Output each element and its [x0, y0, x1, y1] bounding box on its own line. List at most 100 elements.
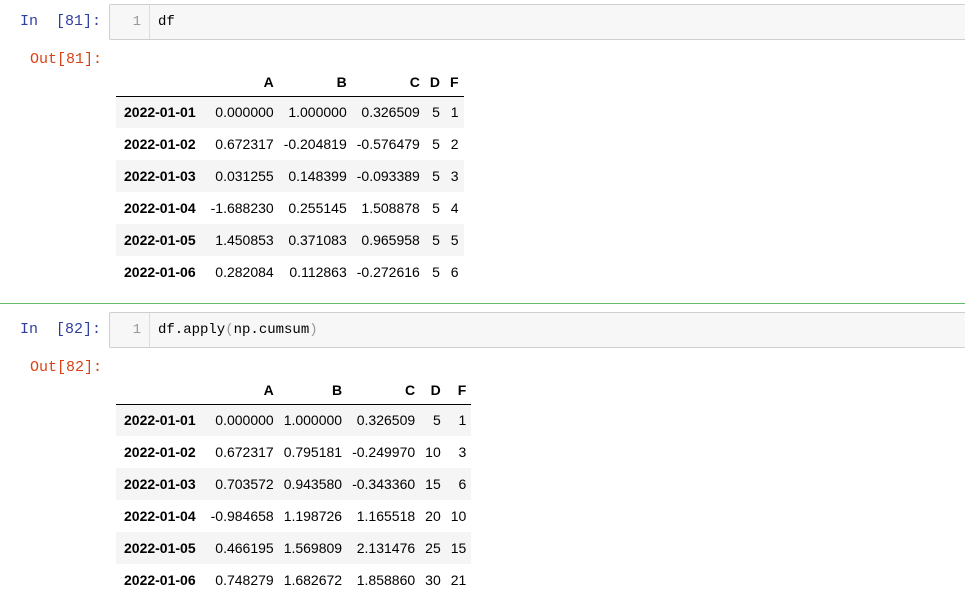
table-row: 2022-01-05 0.466195 1.569809 2.131476 25 15 — [116, 532, 472, 564]
table-cell: 5 — [432, 264, 440, 280]
table-cell: 5 — [432, 104, 440, 121]
table-cell: 20 — [425, 508, 441, 524]
table-cell: 0.748279 — [215, 572, 274, 588]
table-row: 2022-01-02 0.672317 -0.204819 -0.576479 5 2 — [116, 128, 464, 160]
table-cell: -0.272616 — [356, 264, 420, 280]
table-cell: 1.508878 — [361, 200, 420, 216]
table-cell: 6 — [450, 264, 459, 280]
table-cell: 15 — [450, 540, 467, 556]
header-row: A B C D F — [116, 68, 464, 97]
table-cell: 1.858860 — [356, 572, 416, 588]
table-row: 2022-01-01 0.000000 1.000000 0.326509 5 1 — [116, 404, 472, 436]
table-cell: 3 — [450, 168, 459, 184]
code-paren-close: ) — [309, 322, 318, 338]
table-cell: 0.943580 — [283, 476, 343, 492]
table-cell: 2 — [450, 136, 459, 152]
table-cell: 1.569809 — [283, 540, 343, 556]
line-gutter: 1 — [110, 5, 150, 39]
column-header: C — [347, 376, 421, 405]
table-cell: 0.112863 — [289, 264, 347, 280]
table-cell: 0.255145 — [288, 200, 347, 216]
table-cell: 6 — [458, 476, 467, 492]
row-index: 2022-01-04 — [124, 200, 196, 216]
table-cell: 0.148399 — [288, 168, 347, 184]
table-row: 2022-01-01 0.000000 1.000000 0.326509 5 1 — [116, 96, 464, 128]
column-header: A — [205, 376, 279, 405]
code-token: df — [158, 14, 175, 30]
row-index: 2022-01-06 — [124, 264, 196, 280]
table-cell: 1.682672 — [283, 572, 343, 588]
column-header: B — [278, 68, 352, 97]
line-number: 1 — [132, 322, 141, 338]
column-header: F — [445, 376, 472, 405]
code-line[interactable]: df.apply(np.cumsum) — [158, 322, 318, 338]
table-cell: 0.795181 — [283, 444, 343, 460]
row-index: 2022-01-05 — [124, 540, 196, 556]
index-header — [116, 376, 206, 405]
table-cell: -1.688230 — [210, 200, 274, 216]
table-cell: 15 — [425, 476, 441, 492]
column-header: B — [278, 376, 348, 405]
table-cell: 1.000000 — [288, 104, 347, 121]
table-cell: 0.326509 — [361, 104, 420, 121]
table-row: 2022-01-04 -1.688230 0.255145 1.508878 5 4 — [116, 192, 464, 224]
code-token: np.cumsum — [233, 322, 310, 338]
table-cell: 5 — [432, 412, 441, 429]
selected-cell-border — [0, 303, 965, 304]
code-line[interactable]: df — [158, 14, 175, 30]
table-cell: -0.093389 — [356, 168, 420, 184]
table-cell: 3 — [458, 444, 467, 460]
table-row: 2022-01-05 1.450853 0.371083 0.965958 5 5 — [116, 224, 464, 256]
table-cell: 1.000000 — [283, 412, 343, 429]
column-header: C — [351, 68, 425, 97]
table-cell: 1 — [450, 104, 459, 121]
row-index: 2022-01-02 — [124, 444, 196, 460]
code-token: df.apply — [158, 322, 226, 338]
table-cell: 5 — [450, 232, 459, 248]
table-cell: 10 — [425, 444, 441, 460]
notebook-cell-81[interactable]: In [81]: 1 df Out[81]: A B C D F 2022-01… — [0, 0, 965, 300]
row-index: 2022-01-04 — [124, 508, 196, 524]
table-cell: 0.965958 — [361, 232, 420, 248]
table-cell: 5 — [432, 168, 440, 184]
dataframe-table: A B C D F 2022-01-01 0.000000 1.000000 0.32… — [116, 376, 472, 596]
index-header — [116, 68, 206, 97]
code-editor[interactable]: 1 df — [109, 4, 965, 40]
input-prompt: In [82]: — [20, 321, 102, 338]
code-paren-open: ( — [225, 322, 234, 338]
table-row: 2022-01-04 -0.984658 1.198726 1.165518 20 10 — [116, 500, 472, 532]
column-header: A — [205, 68, 279, 97]
column-header: D — [424, 68, 445, 97]
table-cell: 0.672317 — [215, 444, 274, 460]
table-cell: 5 — [432, 232, 440, 248]
table-cell: 1 — [458, 412, 467, 429]
table-cell: 0.371083 — [288, 232, 347, 248]
notebook-cell-82[interactable]: In [82]: 1 df.apply(np.cumsum) Out[82]: … — [0, 308, 965, 606]
header-row: A B C D F — [116, 376, 472, 405]
row-index: 2022-01-03 — [124, 476, 196, 492]
table-cell: 0.703572 — [215, 476, 274, 492]
table-cell: 10 — [450, 508, 467, 524]
table-cell: 1.198726 — [283, 508, 343, 524]
output-prompt: Out[82]: — [30, 359, 103, 376]
table-cell: -0.249970 — [352, 444, 416, 460]
code-editor[interactable]: 1 df.apply(np.cumsum) — [109, 312, 965, 348]
row-index: 2022-01-06 — [124, 572, 196, 588]
line-gutter: 1 — [110, 313, 150, 347]
table-cell: 0.000000 — [215, 412, 274, 429]
table-cell: 2.131476 — [356, 540, 416, 556]
table-row: 2022-01-06 0.748279 1.682672 1.858860 30 21 — [116, 564, 472, 596]
table-cell: 4 — [450, 200, 459, 216]
table-cell: 1.450853 — [215, 232, 274, 248]
table-row: 2022-01-02 0.672317 0.795181 -0.249970 10 3 — [116, 436, 472, 468]
table-cell: 0.282084 — [215, 264, 274, 280]
table-cell: 1.165518 — [356, 508, 416, 524]
column-header: D — [420, 376, 446, 405]
table-cell: -0.576479 — [356, 136, 420, 152]
table-row: 2022-01-03 0.031255 0.148399 -0.093389 5 3 — [116, 160, 464, 192]
table-cell: 0.466195 — [215, 540, 274, 556]
dataframe-table: A B C D F 2022-01-01 0.000000 1.000000 0.32… — [116, 68, 464, 288]
table-row: 2022-01-06 0.282084 0.112863 -0.272616 5 6 — [116, 256, 464, 288]
row-index: 2022-01-01 — [124, 412, 196, 429]
row-index: 2022-01-02 — [124, 136, 196, 152]
